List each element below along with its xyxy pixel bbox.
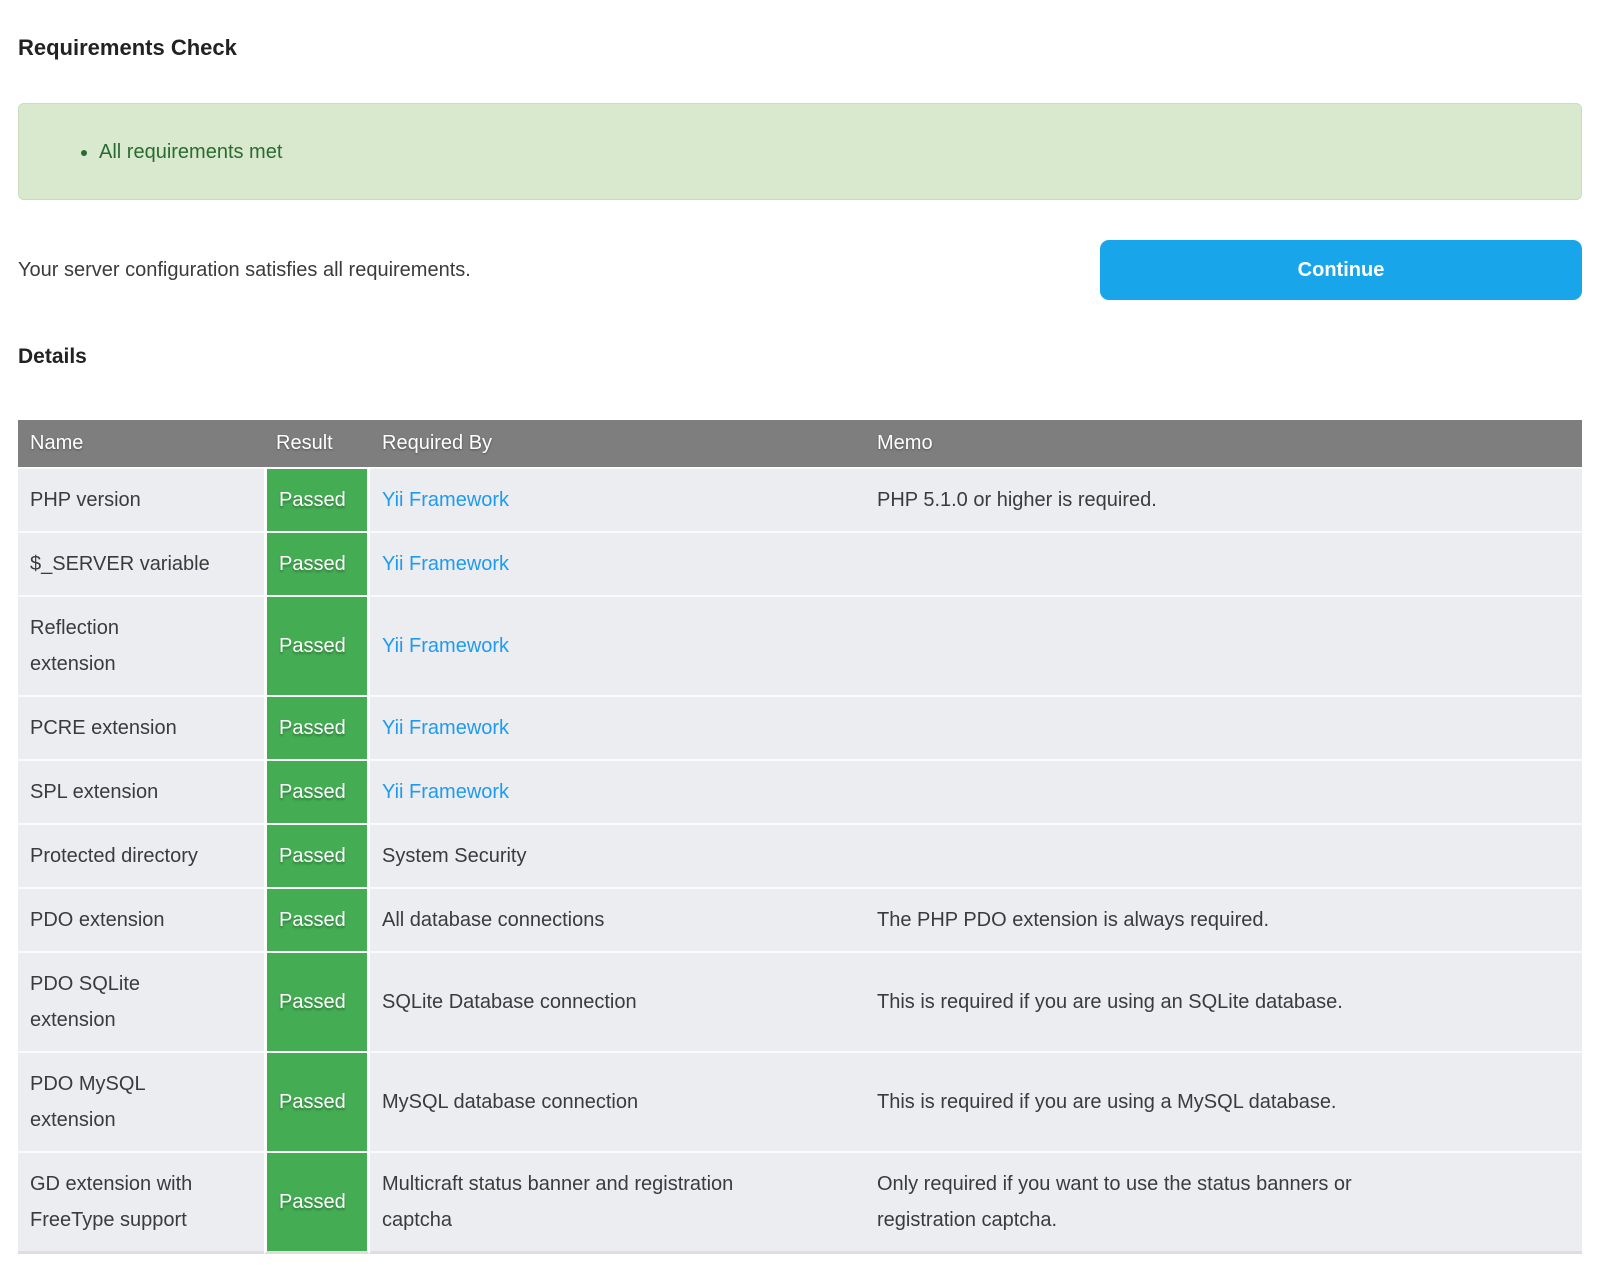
table-row: PCRE extensionPassed Yii Framework bbox=[18, 695, 1582, 759]
alert-list: All requirements met bbox=[19, 139, 282, 165]
requirement-memo bbox=[865, 823, 1582, 887]
table-body: PHP versionPassedYii FrameworkPHP 5.1.0 … bbox=[18, 467, 1582, 1254]
requirement-memo: PHP 5.1.0 or higher is required. bbox=[865, 467, 1582, 531]
required-by-cell: Multicraft status banner and registratio… bbox=[370, 1151, 865, 1254]
result-badge: Passed bbox=[264, 467, 370, 531]
column-header-memo: Memo bbox=[865, 420, 1582, 467]
requirement-memo bbox=[865, 759, 1582, 823]
column-header-required-by: Required By bbox=[370, 420, 865, 467]
page-title: Requirements Check bbox=[18, 34, 1582, 62]
result-badge: Passed bbox=[264, 823, 370, 887]
column-header-result: Result bbox=[264, 420, 370, 467]
result-badge: Passed bbox=[264, 595, 370, 695]
table-row: Reflection extensionPassed Yii Framework bbox=[18, 595, 1582, 695]
requirements-alert: All requirements met bbox=[18, 103, 1582, 200]
result-badge: Passed bbox=[264, 531, 370, 595]
requirement-name: Reflection extension bbox=[18, 595, 264, 695]
required-by-cell: Yii Framework bbox=[370, 531, 865, 595]
alert-item: All requirements met bbox=[99, 139, 282, 165]
required-by-cell: MySQL database connection bbox=[370, 1051, 865, 1151]
required-by-cell: Yii Framework bbox=[370, 595, 865, 695]
summary-text: Your server configuration satisfies all … bbox=[18, 256, 471, 284]
required-by-text: All database connections bbox=[382, 909, 604, 931]
required-by-link[interactable]: Yii Framework bbox=[382, 489, 509, 511]
required-by-cell: SQLite Database connection bbox=[370, 951, 865, 1051]
required-by-text: System Security bbox=[382, 845, 526, 867]
requirement-memo: This is required if you are using a MySQ… bbox=[865, 1051, 1582, 1151]
table-header-row: Name Result Required By Memo bbox=[18, 420, 1582, 467]
continue-button[interactable]: Continue bbox=[1100, 240, 1582, 300]
result-badge: Passed bbox=[264, 1051, 370, 1151]
table-row: SPL extensionPassed Yii Framework bbox=[18, 759, 1582, 823]
requirement-name: SPL extension bbox=[18, 759, 264, 823]
required-by-cell: Yii Framework bbox=[370, 467, 865, 531]
requirement-memo bbox=[865, 531, 1582, 595]
requirement-name: PCRE extension bbox=[18, 695, 264, 759]
required-by-text: SQLite Database connection bbox=[382, 991, 637, 1013]
result-badge: Passed bbox=[264, 695, 370, 759]
requirements-page: Requirements Check All requirements met … bbox=[0, 34, 1600, 1254]
table-row: PDO extensionPassed All database connecti… bbox=[18, 887, 1582, 951]
requirement-name: $_SERVER variable bbox=[18, 531, 264, 595]
required-by-cell: All database connections bbox=[370, 887, 865, 951]
required-by-link[interactable]: Yii Framework bbox=[382, 717, 509, 739]
table-row: Protected directoryPassed System Security bbox=[18, 823, 1582, 887]
required-by-text: MySQL database connection bbox=[382, 1091, 638, 1113]
column-header-name: Name bbox=[18, 420, 264, 467]
requirement-memo: Only required if you want to use the sta… bbox=[865, 1151, 1582, 1254]
requirement-memo bbox=[865, 595, 1582, 695]
requirement-name: PDO SQLite extension bbox=[18, 951, 264, 1051]
requirement-name: Protected directory bbox=[18, 823, 264, 887]
requirement-memo bbox=[865, 695, 1582, 759]
result-badge: Passed bbox=[264, 759, 370, 823]
table-row: PDO MySQL extensionPassed MySQL database … bbox=[18, 1051, 1582, 1151]
required-by-cell: Yii Framework bbox=[370, 759, 865, 823]
result-badge: Passed bbox=[264, 951, 370, 1051]
actions-bar: Your server configuration satisfies all … bbox=[18, 240, 1582, 300]
requirement-name: GD extension with FreeType support bbox=[18, 1151, 264, 1254]
requirement-name: PHP version bbox=[18, 467, 264, 531]
required-by-text: Multicraft status banner and registratio… bbox=[382, 1173, 733, 1231]
requirement-memo: This is required if you are using an SQL… bbox=[865, 951, 1582, 1051]
table-row: PDO SQLite extensionPassed SQLite Databas… bbox=[18, 951, 1582, 1051]
table-row: $_SERVER variablePassed Yii Framework bbox=[18, 531, 1582, 595]
details-heading: Details bbox=[18, 344, 1582, 370]
required-by-link[interactable]: Yii Framework bbox=[382, 635, 509, 657]
table-row: PHP versionPassed Yii Framework PHP 5.1.0 … bbox=[18, 467, 1582, 531]
requirement-name: PDO MySQL extension bbox=[18, 1051, 264, 1151]
table-row: GD extension with FreeType supportPassed… bbox=[18, 1151, 1582, 1254]
requirement-memo: The PHP PDO extension is always required… bbox=[865, 887, 1582, 951]
required-by-cell: Yii Framework bbox=[370, 695, 865, 759]
required-by-cell: System Security bbox=[370, 823, 865, 887]
result-badge: Passed bbox=[264, 887, 370, 951]
result-badge: Passed bbox=[264, 1151, 370, 1254]
required-by-link[interactable]: Yii Framework bbox=[382, 781, 509, 803]
requirements-table: Name Result Required By Memo PHP version… bbox=[18, 420, 1582, 1254]
requirement-name: PDO extension bbox=[18, 887, 264, 951]
required-by-link[interactable]: Yii Framework bbox=[382, 553, 509, 575]
